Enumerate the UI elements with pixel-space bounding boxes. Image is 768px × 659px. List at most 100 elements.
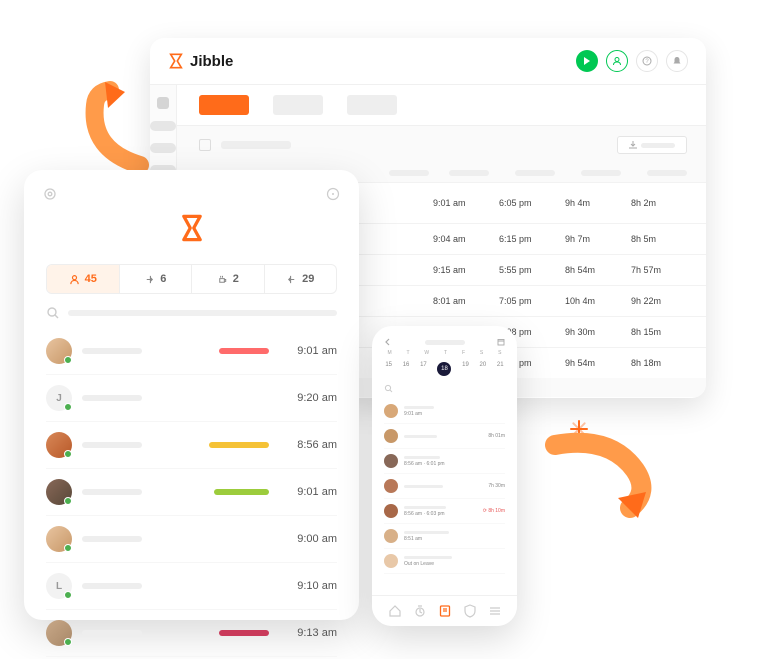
decorative-arrow-2 xyxy=(540,430,660,520)
worked: 9h 30m xyxy=(565,327,621,337)
phone-day-labels: MTWTFSS xyxy=(372,346,517,356)
name-skel xyxy=(82,536,142,542)
avatar xyxy=(384,429,398,443)
app-logo: Jibble xyxy=(168,53,233,70)
play-button[interactable] xyxy=(576,50,598,72)
search-input[interactable] xyxy=(68,310,337,316)
pill-in[interactable]: 6 xyxy=(120,265,193,293)
pill-count: 45 xyxy=(85,273,97,285)
tab-bar xyxy=(177,85,706,126)
search-row xyxy=(24,294,359,326)
billable: 7h 57m xyxy=(631,265,687,275)
scan-icon[interactable] xyxy=(325,186,341,202)
timer-icon[interactable] xyxy=(413,604,427,618)
clock-in-time: 8:56 am xyxy=(289,439,337,451)
shield-icon[interactable] xyxy=(463,604,477,618)
tab[interactable] xyxy=(347,95,397,115)
progress-bar xyxy=(214,489,269,495)
tab[interactable] xyxy=(273,95,323,115)
phone-row[interactable]: 8:51 am xyxy=(384,524,505,549)
tab-active[interactable] xyxy=(199,95,249,115)
notifications-button[interactable] xyxy=(666,50,688,72)
member-row[interactable]: 9:13 am xyxy=(46,610,337,657)
member-row[interactable]: 9:00 am xyxy=(46,516,337,563)
time-range: 8:56 am · 6:01 pm xyxy=(404,461,505,467)
status-dot xyxy=(64,356,72,364)
people-icon[interactable] xyxy=(438,604,452,618)
app-name: Jibble xyxy=(190,53,233,70)
progress-bar xyxy=(219,630,269,636)
day-label: S xyxy=(498,350,501,356)
pill-break[interactable]: 2 xyxy=(192,265,265,293)
avatar xyxy=(384,504,398,518)
avatar xyxy=(46,338,72,364)
phone-row[interactable]: 8:56 am · 6:03 pm ⟳ 8h 10m xyxy=(384,499,505,524)
pill-out[interactable]: 29 xyxy=(265,265,337,293)
day-label: W xyxy=(424,350,429,356)
worked: 9h 7m xyxy=(565,234,621,244)
phone-row[interactable]: 7h 30m xyxy=(384,474,505,499)
export-button[interactable] xyxy=(617,136,687,154)
date-button[interactable]: 21 xyxy=(497,362,504,376)
clock-in-time: 9:00 am xyxy=(289,533,337,545)
avatar: J xyxy=(46,385,72,411)
name-skel xyxy=(82,630,142,636)
worked: 10h 4m xyxy=(565,296,621,306)
time-in: 9:01 am xyxy=(433,198,489,208)
duration: 8h 01m xyxy=(488,433,505,439)
time-in: 9:15 am xyxy=(433,265,489,275)
back-icon[interactable] xyxy=(384,338,392,346)
date-button[interactable]: 17 xyxy=(420,362,427,376)
name-skel xyxy=(82,395,142,401)
member-row[interactable]: J 9:20 am xyxy=(46,375,337,422)
phone-row[interactable]: 9:01 am xyxy=(384,399,505,424)
time-in: 9:04 am xyxy=(433,234,489,244)
home-icon[interactable] xyxy=(388,604,402,618)
time-out: 6:15 pm xyxy=(499,234,555,244)
help-button[interactable]: ? xyxy=(636,50,658,72)
phone-list: 9:01 am 8h 01m 8:56 am · 6:01 pm 7h 30m … xyxy=(372,399,517,574)
clock-in-time: 9:13 am xyxy=(289,627,337,639)
sidebar-item[interactable] xyxy=(157,97,169,109)
clock-in-time: 9:10 am xyxy=(289,580,337,592)
date-button[interactable]: 18 xyxy=(437,362,451,376)
day-label: T xyxy=(406,350,409,356)
pill-present[interactable]: 45 xyxy=(47,265,120,293)
date-button[interactable]: 15 xyxy=(385,362,392,376)
avatar xyxy=(46,526,72,552)
avatar xyxy=(384,404,398,418)
member-row[interactable]: L 9:10 am xyxy=(46,563,337,610)
member-row[interactable]: 8:56 am xyxy=(46,422,337,469)
phone-row[interactable]: 8:56 am · 6:01 pm xyxy=(384,449,505,474)
phone-title-skel xyxy=(425,340,465,345)
date-button[interactable]: 19 xyxy=(462,362,469,376)
status-dot xyxy=(64,450,72,458)
time-range: Out on Leave xyxy=(404,561,505,567)
time-in: 8:01 am xyxy=(433,296,489,306)
status-dot xyxy=(64,591,72,599)
worked: 9h 4m xyxy=(565,198,621,208)
sidebar-item[interactable] xyxy=(150,143,176,153)
duration: ⟳ 8h 10m xyxy=(483,508,505,514)
pill-count: 2 xyxy=(233,273,239,285)
duration: 7h 30m xyxy=(488,483,505,489)
phone-row[interactable]: 8h 01m xyxy=(384,424,505,449)
search-icon[interactable] xyxy=(46,306,60,320)
settings-icon[interactable] xyxy=(42,186,58,202)
date-button[interactable]: 16 xyxy=(403,362,410,376)
search-icon[interactable] xyxy=(384,384,393,393)
progress-bar xyxy=(209,442,269,448)
sidebar-item[interactable] xyxy=(150,121,176,131)
date-button[interactable]: 20 xyxy=(480,362,487,376)
phone-row[interactable]: Out on Leave xyxy=(384,549,505,574)
day-label: T xyxy=(444,350,447,356)
pill-count: 6 xyxy=(160,273,166,285)
calendar-icon[interactable] xyxy=(497,338,505,346)
avatar xyxy=(384,479,398,493)
user-avatar-button[interactable] xyxy=(606,50,628,72)
desktop-header: Jibble ? xyxy=(150,38,706,85)
checkbox[interactable] xyxy=(199,139,211,151)
member-row[interactable]: 9:01 am xyxy=(46,328,337,375)
menu-icon[interactable] xyxy=(488,604,502,618)
member-row[interactable]: 9:01 am xyxy=(46,469,337,516)
